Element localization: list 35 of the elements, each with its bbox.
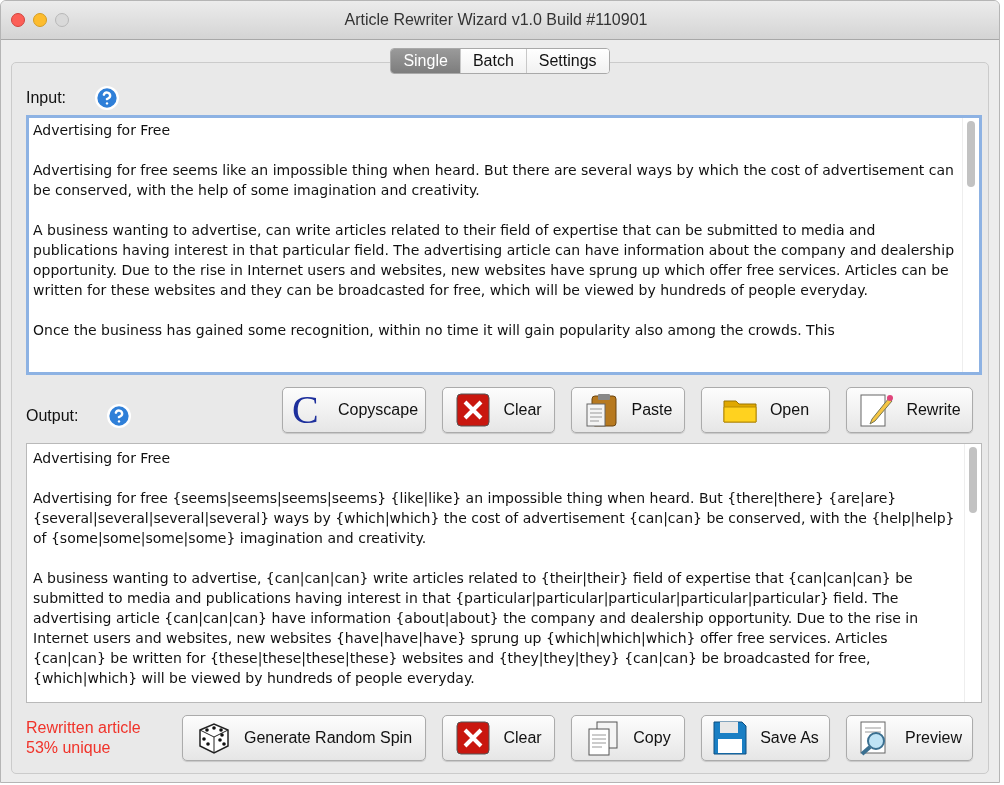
letter-logo-icon: C — [290, 392, 326, 428]
pencil-paper-icon — [858, 392, 895, 428]
output-text-area[interactable] — [26, 443, 982, 703]
paragraph: Once the business has gained some recognition, within no time it will gain popularity also among the crowds. This — [33, 321, 836, 340]
open-button[interactable]: Open — [701, 387, 830, 433]
output-label: Output: — [26, 407, 79, 425]
tab[interactable]: Batch — [459, 49, 526, 73]
paragraph: Advertising for free {seems|seems|seems|seems} {like|like} an impossible thing when heard. But {there|there} {are|are} {several|several|several|several} ways by {which|which} the cost of advertisement {can|can} be conserved, with the {help|help} of {some|some|some|some} imagination and creativity. — [33, 489, 956, 548]
paragraph: A business wanting to advertise, can write articles related to their field of expertise that can be submitted to media and publications having interest in that particular field. The advertising article can have information about the company and dealership opportunity. Due to the rise in Internet users and websites, new websites have sprung up which offer free services. Articles can be written for these websites and they can be broadcasted for free, which will be viewed by hundreds of people everyday. — [33, 221, 956, 300]
close-window-button[interactable] — [11, 13, 25, 27]
paragraph: Advertising for Free — [33, 121, 172, 140]
save-button[interactable]: Save As — [701, 715, 830, 761]
close-icon — [455, 392, 492, 428]
clipboard-icon — [583, 392, 620, 428]
paragraph: A business wanting to advertise, {can|can|can} write articles related to {their|their} field of expertise that {can|can|can} be submitted to media and publications having interest in that {particular|particular|particular|particular|particular} field. The advertising article {can|can|can} have information {about|about} the company and dealership opportunity. Due to the rise in Internet users and websites, new websites {have|have|have} sprung up {which|which|which} offer free services. Articles {can|can} be written for {these|these|these|these} websites and {they|they|they} {can|can} be broadcasted for free, {which|which} will be viewed by hundreds of people everyday. — [33, 569, 920, 688]
close-icon — [455, 720, 492, 756]
clear-button[interactable]: Clear — [442, 715, 555, 761]
paragraph: Advertising for free seems like an impossible thing when heard. But there are several ways by which the cost of advertisement can be conserved, with the help of some imagination and creativity. — [33, 161, 955, 200]
minimize-window-button[interactable] — [33, 13, 47, 27]
preview-button[interactable]: Preview — [846, 715, 973, 761]
help-icon[interactable] — [106, 403, 133, 429]
status-text: Rewritten article — [26, 718, 142, 738]
dice-button[interactable]: Generate Random Spin — [182, 715, 426, 761]
tab[interactable]: Settings — [525, 49, 609, 73]
input-label: Input: — [26, 89, 67, 107]
copy-button[interactable]: Copy — [571, 715, 685, 761]
window-title: Article Rewriter Wizard v1.0 Build #110901 — [344, 11, 649, 29]
help-icon[interactable] — [94, 85, 121, 111]
clear-button[interactable]: Clear — [442, 387, 555, 433]
status-text: 53% unique — [26, 738, 112, 758]
copyscape-button[interactable]: C Copyscape — [282, 387, 426, 433]
paragraph: Advertising for Free — [33, 449, 172, 468]
rewrite-button[interactable]: Rewrite — [846, 387, 973, 433]
input-text-area[interactable] — [26, 115, 982, 375]
paste-button[interactable]: Paste — [571, 387, 685, 433]
